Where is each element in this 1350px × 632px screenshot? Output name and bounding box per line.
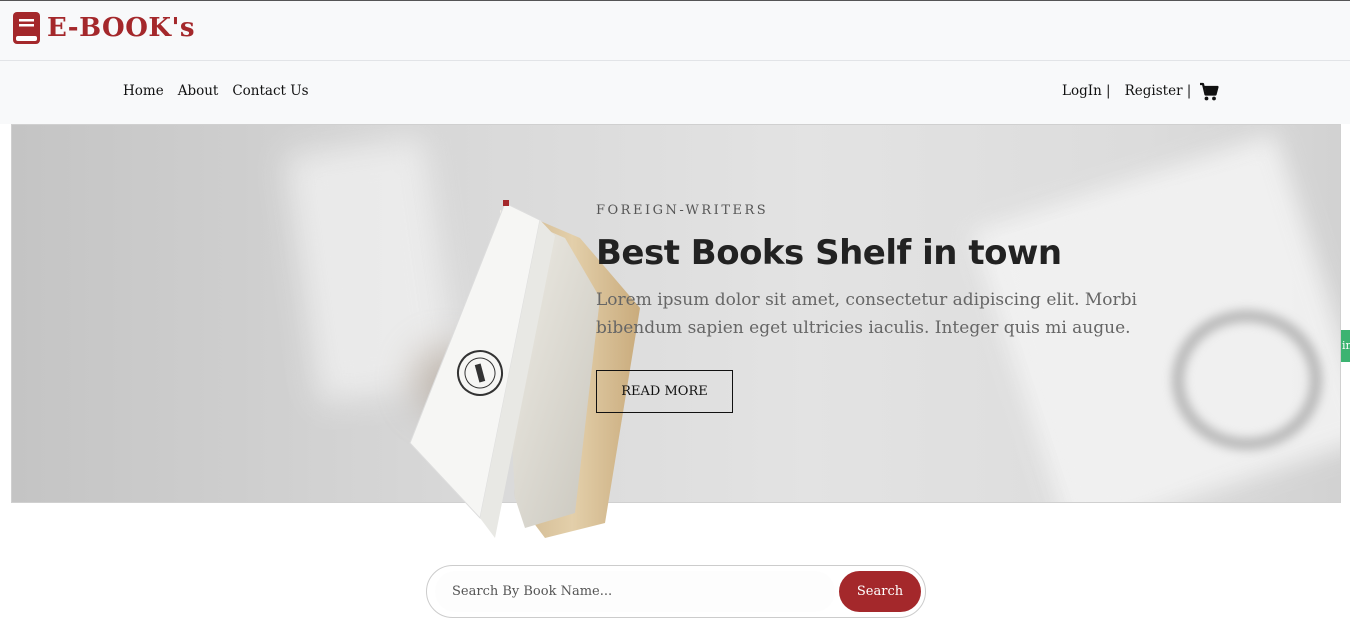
brand-bar: E-BOOK's xyxy=(0,1,1350,61)
hero-description: Lorem ipsum dolor sit amet, consectetur … xyxy=(596,290,1137,338)
cart-icon[interactable] xyxy=(1199,82,1219,102)
nav-left-links: Home About Contact Us xyxy=(123,83,309,99)
book-icon xyxy=(13,12,40,44)
hero-title: Best Books Shelf in town xyxy=(596,233,1062,273)
brand-logo[interactable]: E-BOOK's xyxy=(13,12,195,44)
search-button[interactable]: Search xyxy=(839,571,921,612)
hero-subtitle: FOREIGN-WRITERS xyxy=(596,203,769,218)
search-input[interactable] xyxy=(435,571,835,612)
main-navbar: Home About Contact Us LogIn | Register | xyxy=(0,61,1350,124)
nav-home-link[interactable]: Home xyxy=(123,83,164,99)
brand-title: E-BOOK's xyxy=(47,13,196,43)
search-bar: Search xyxy=(426,565,926,618)
side-floating-tab[interactable]: in xyxy=(1341,330,1350,362)
hero-background-stamp xyxy=(1172,310,1322,450)
nav-contact-link[interactable]: Contact Us xyxy=(232,83,308,99)
register-link[interactable]: Register | xyxy=(1125,83,1192,99)
read-more-button[interactable]: READ MORE xyxy=(596,370,733,413)
nav-right-links: LogIn | Register | xyxy=(1062,83,1191,99)
nav-about-link[interactable]: About xyxy=(178,83,219,99)
login-link[interactable]: LogIn | xyxy=(1062,83,1111,99)
